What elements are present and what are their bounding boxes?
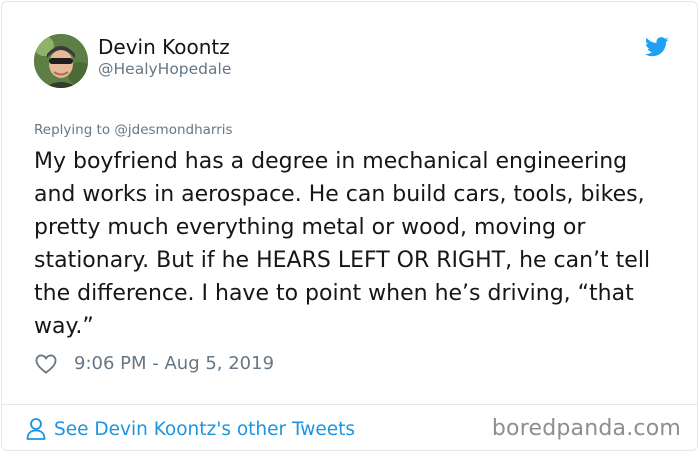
author-handle[interactable]: @HealyHopedale (98, 60, 231, 78)
twitter-bird-icon[interactable] (645, 37, 669, 57)
tweet-timestamp[interactable]: 9:06 PM - Aug 5, 2019 (74, 353, 274, 374)
replying-to[interactable]: Replying to @jdesmondharris (34, 122, 233, 138)
avatar[interactable] (34, 34, 88, 88)
author-name[interactable]: Devin Koontz (98, 35, 230, 59)
heart-icon[interactable] (35, 354, 57, 374)
tweet-text: My boyfriend has a degree in mechanical … (34, 149, 651, 339)
see-other-tweets-link[interactable]: See Devin Koontz's other Tweets (26, 415, 355, 443)
footer-divider (2, 404, 697, 405)
see-other-tweets-label: See Devin Koontz's other Tweets (54, 418, 356, 440)
boredpanda-watermark: boredpanda.com (491, 416, 681, 441)
user-icon (26, 418, 46, 440)
tweet-card: Devin Koontz @HealyHopedale Replying to … (1, 1, 698, 451)
